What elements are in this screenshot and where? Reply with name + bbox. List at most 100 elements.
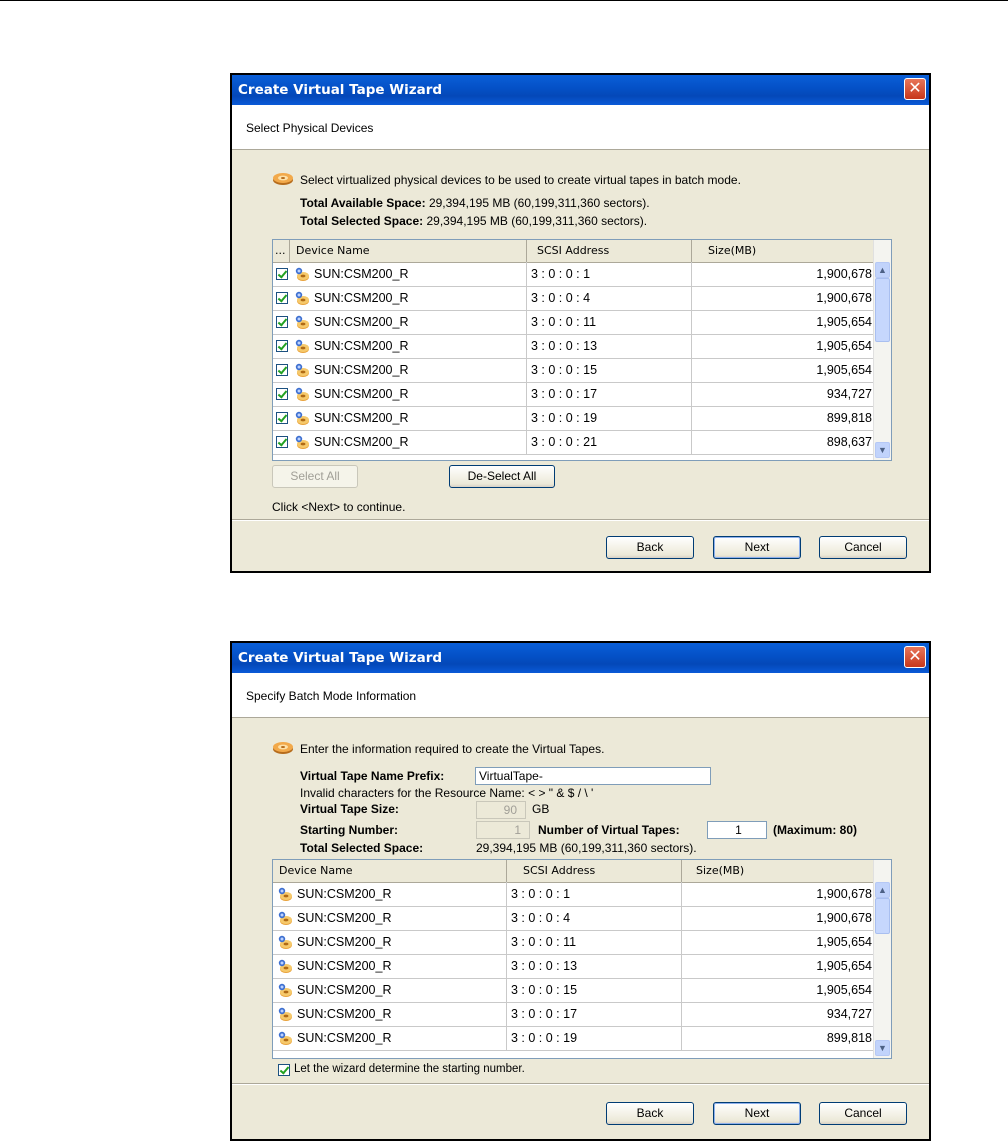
scroll-down-button[interactable]: ▼ xyxy=(875,1040,890,1056)
scsi-address: 3 : 0 : 0 : 11 xyxy=(527,310,692,334)
scsi-address: 3 : 0 : 0 : 15 xyxy=(507,978,682,1002)
table-row[interactable]: SUN:CSM200_R 3 : 0 : 0 : 4 1,900,678 xyxy=(273,286,874,311)
window-title: Create Virtual Tape Wizard xyxy=(238,82,443,98)
scsi-address: 3 : 0 : 0 : 19 xyxy=(527,406,692,430)
table-row[interactable]: SUN:CSM200_R 3 : 0 : 0 : 21 898,637 xyxy=(273,430,874,455)
vertical-scrollbar[interactable]: ▲ ▼ xyxy=(873,240,891,460)
device-name: SUN:CSM200_R xyxy=(314,363,409,377)
device-name: SUN:CSM200_R xyxy=(297,887,392,901)
column-header-check[interactable]: ... xyxy=(273,240,290,262)
available-space: Total Available Space: 29,394,195 MB (60… xyxy=(300,196,650,210)
tape-device-icon xyxy=(277,958,293,974)
table-row[interactable]: SUN:CSM200_R 3 : 0 : 0 : 19 899,818 xyxy=(273,1026,874,1051)
column-header-device[interactable]: Device Name xyxy=(273,860,507,882)
next-button[interactable]: Next xyxy=(713,536,801,559)
cancel-button[interactable]: Cancel xyxy=(819,536,907,559)
close-button[interactable]: ✕ xyxy=(904,78,926,100)
row-checkbox[interactable] xyxy=(276,340,288,352)
continue-hint: Click <Next> to continue. xyxy=(272,500,406,514)
table-row[interactable]: SUN:CSM200_R 3 : 0 : 0 : 17 934,727 xyxy=(273,382,874,407)
wizard-select-devices: Create Virtual Tape Wizard ✕ Select Phys… xyxy=(230,73,931,573)
scsi-address: 3 : 0 : 0 : 4 xyxy=(527,286,692,310)
vertical-scrollbar[interactable]: ▲ ▼ xyxy=(873,860,891,1058)
table-row[interactable]: SUN:CSM200_R 3 : 0 : 0 : 13 1,905,654 xyxy=(273,334,874,359)
device-name: SUN:CSM200_R xyxy=(314,267,409,281)
row-checkbox[interactable] xyxy=(276,316,288,328)
column-header-size[interactable]: Size(MB) xyxy=(682,860,876,882)
page-top-rule xyxy=(0,0,1008,1)
device-cell: SUN:CSM200_R xyxy=(273,406,527,430)
column-header-scsi[interactable]: SCSI Address xyxy=(527,240,692,262)
device-cell: SUN:CSM200_R xyxy=(273,358,527,382)
column-header-size[interactable]: Size(MB) xyxy=(692,240,876,262)
scroll-up-button[interactable]: ▲ xyxy=(875,882,890,898)
device-name: SUN:CSM200_R xyxy=(314,339,409,353)
select-all-button[interactable]: Select All xyxy=(272,465,358,488)
table-row[interactable]: SUN:CSM200_R 3 : 0 : 0 : 15 1,905,654 xyxy=(273,358,874,383)
close-button[interactable]: ✕ xyxy=(904,646,926,668)
step-title: Specify Batch Mode Information xyxy=(246,689,417,703)
size-mb: 1,905,654 xyxy=(816,363,872,377)
table-row[interactable]: SUN:CSM200_R 3 : 0 : 0 : 17 934,727 xyxy=(273,1002,874,1027)
row-checkbox[interactable] xyxy=(276,436,288,448)
device-name: SUN:CSM200_R xyxy=(297,983,392,997)
row-checkbox[interactable] xyxy=(276,412,288,424)
device-cell: SUN:CSM200_R xyxy=(273,954,507,978)
device-table: Device Name SCSI Address Size(MB) SUN:CS… xyxy=(272,859,892,1059)
table-row[interactable]: SUN:CSM200_R 3 : 0 : 0 : 13 1,905,654 xyxy=(273,954,874,979)
size-mb: 1,905,654 xyxy=(816,935,872,949)
selected-space-label: Total Selected Space: xyxy=(300,214,424,228)
step-title: Select Physical Devices xyxy=(246,121,374,135)
device-cell: SUN:CSM200_R xyxy=(273,1026,507,1050)
title-bar[interactable]: Create Virtual Tape Wizard ✕ xyxy=(232,75,929,105)
tape-size-input[interactable]: 90 xyxy=(476,801,526,819)
table-row[interactable]: SUN:CSM200_R 3 : 0 : 0 : 11 1,905,654 xyxy=(273,930,874,955)
tape-device-icon xyxy=(294,410,310,426)
available-space-label: Total Available Space: xyxy=(300,196,426,210)
row-checkbox[interactable] xyxy=(276,268,288,280)
title-bar[interactable]: Create Virtual Tape Wizard ✕ xyxy=(232,643,929,673)
device-cell: SUN:CSM200_R xyxy=(273,430,527,454)
scsi-address: 3 : 0 : 0 : 19 xyxy=(507,1026,682,1050)
auto-start-checkbox[interactable] xyxy=(278,1064,290,1076)
back-button[interactable]: Back xyxy=(606,536,694,559)
tape-size-label: Virtual Tape Size: xyxy=(300,802,399,816)
window-title: Create Virtual Tape Wizard xyxy=(238,650,443,666)
starting-number-input[interactable]: 1 xyxy=(476,821,530,839)
table-row[interactable]: SUN:CSM200_R 3 : 0 : 0 : 4 1,900,678 xyxy=(273,906,874,931)
table-row[interactable]: SUN:CSM200_R 3 : 0 : 0 : 19 899,818 xyxy=(273,406,874,431)
column-header-scsi[interactable]: SCSI Address xyxy=(507,860,682,882)
tape-device-icon xyxy=(294,386,310,402)
row-checkbox[interactable] xyxy=(276,364,288,376)
scroll-thumb[interactable] xyxy=(875,278,890,342)
scroll-down-button[interactable]: ▼ xyxy=(875,442,890,458)
device-name: SUN:CSM200_R xyxy=(297,959,392,973)
column-header-device[interactable]: Device Name xyxy=(290,240,527,262)
scsi-address: 3 : 0 : 0 : 17 xyxy=(527,382,692,406)
scsi-address: 3 : 0 : 0 : 17 xyxy=(507,1002,682,1026)
scroll-up-button[interactable]: ▲ xyxy=(875,262,890,278)
device-name: SUN:CSM200_R xyxy=(314,315,409,329)
device-cell: SUN:CSM200_R xyxy=(273,310,527,334)
device-name: SUN:CSM200_R xyxy=(314,387,409,401)
tape-device-icon xyxy=(294,314,310,330)
table-row[interactable]: SUN:CSM200_R 3 : 0 : 0 : 11 1,905,654 xyxy=(273,310,874,335)
table-row[interactable]: SUN:CSM200_R 3 : 0 : 0 : 1 1,900,678 xyxy=(273,882,874,907)
scroll-thumb[interactable] xyxy=(875,898,890,934)
table-row[interactable]: SUN:CSM200_R 3 : 0 : 0 : 15 1,905,654 xyxy=(273,978,874,1003)
wizard-batch-mode: Create Virtual Tape Wizard ✕ Specify Bat… xyxy=(230,641,931,1141)
size-mb: 1,900,678 xyxy=(816,887,872,901)
tape-device-icon xyxy=(294,434,310,450)
deselect-all-button[interactable]: De-Select All xyxy=(449,465,555,488)
prefix-input[interactable]: VirtualTape- xyxy=(475,767,711,785)
device-cell: SUN:CSM200_R xyxy=(273,930,507,954)
next-button[interactable]: Next xyxy=(713,1102,801,1125)
row-checkbox[interactable] xyxy=(276,292,288,304)
num-tapes-input[interactable]: 1 xyxy=(707,821,767,839)
tape-device-icon xyxy=(294,290,310,306)
row-checkbox[interactable] xyxy=(276,388,288,400)
back-button[interactable]: Back xyxy=(606,1102,694,1125)
table-row[interactable]: SUN:CSM200_R 3 : 0 : 0 : 1 1,900,678 xyxy=(273,262,874,287)
tape-device-icon xyxy=(294,266,310,282)
cancel-button[interactable]: Cancel xyxy=(819,1102,907,1125)
